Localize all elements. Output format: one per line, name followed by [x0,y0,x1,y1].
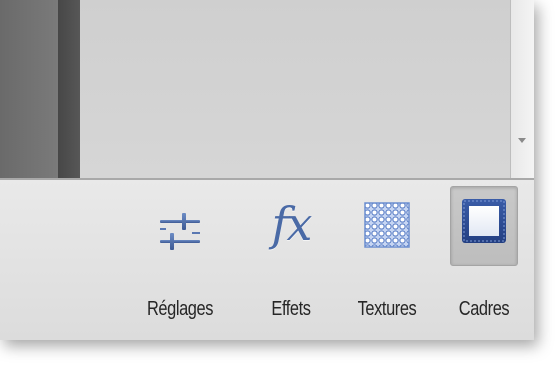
reglages-label: Réglages [146,298,214,320]
texture-icon [364,202,410,248]
frame-icon [462,199,506,243]
app-window: Réglages fx Effets Textures Cadres [0,0,534,340]
sliders-icon [160,213,200,250]
vertical-scrollbar[interactable] [510,0,534,178]
fx-icon: fx [271,197,313,251]
textures-label: Textures [357,298,417,320]
textures-button[interactable]: Textures [337,180,437,340]
left-panel-divider [58,0,80,178]
page: Réglages fx Effets Textures Cadres [0,0,555,374]
edit-toolbar: Réglages fx Effets Textures Cadres [0,180,534,340]
photo-canvas[interactable] [80,0,510,178]
left-panel-edge [0,0,58,178]
cadres-label: Cadres [458,298,510,320]
effets-label: Effets [271,298,311,320]
scroll-down-arrow-icon[interactable] [518,138,526,143]
cadres-button[interactable]: Cadres [444,180,524,340]
reglages-button[interactable]: Réglages [130,180,230,340]
effets-button[interactable]: fx Effets [255,180,327,340]
